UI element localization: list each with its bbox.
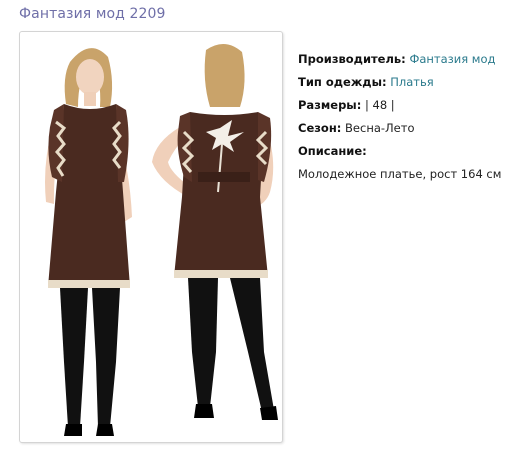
product-specs: Производитель: Фантазия мод Тип одежды: … xyxy=(298,52,501,190)
back-model xyxy=(152,43,278,420)
spec-manufacturer: Производитель: Фантазия мод xyxy=(298,52,501,75)
manufacturer-link[interactable]: Фантазия мод xyxy=(409,52,495,66)
spec-description: Описание: xyxy=(298,144,501,167)
product-photo-image xyxy=(45,43,278,436)
season-value: Весна-Лето xyxy=(345,121,415,135)
page-title: Фантазия мод 2209 xyxy=(19,6,166,22)
description-text: Молодежное платье, рост 164 см xyxy=(298,167,502,181)
type-label: Тип одежды: xyxy=(298,75,387,89)
manufacturer-label: Производитель: xyxy=(298,52,406,66)
sizes-label: Размеры: xyxy=(298,98,362,112)
front-model xyxy=(45,48,132,436)
spec-type: Тип одежды: Платья xyxy=(298,75,501,98)
spec-sizes: Размеры: | 48 | xyxy=(298,98,501,121)
sizes-value: | 48 | xyxy=(364,98,395,112)
spec-season: Сезон: Весна-Лето xyxy=(298,121,501,144)
type-link[interactable]: Платья xyxy=(390,75,433,89)
description-label: Описание: xyxy=(298,144,367,158)
product-photo[interactable] xyxy=(19,31,283,443)
season-label: Сезон: xyxy=(298,121,342,135)
